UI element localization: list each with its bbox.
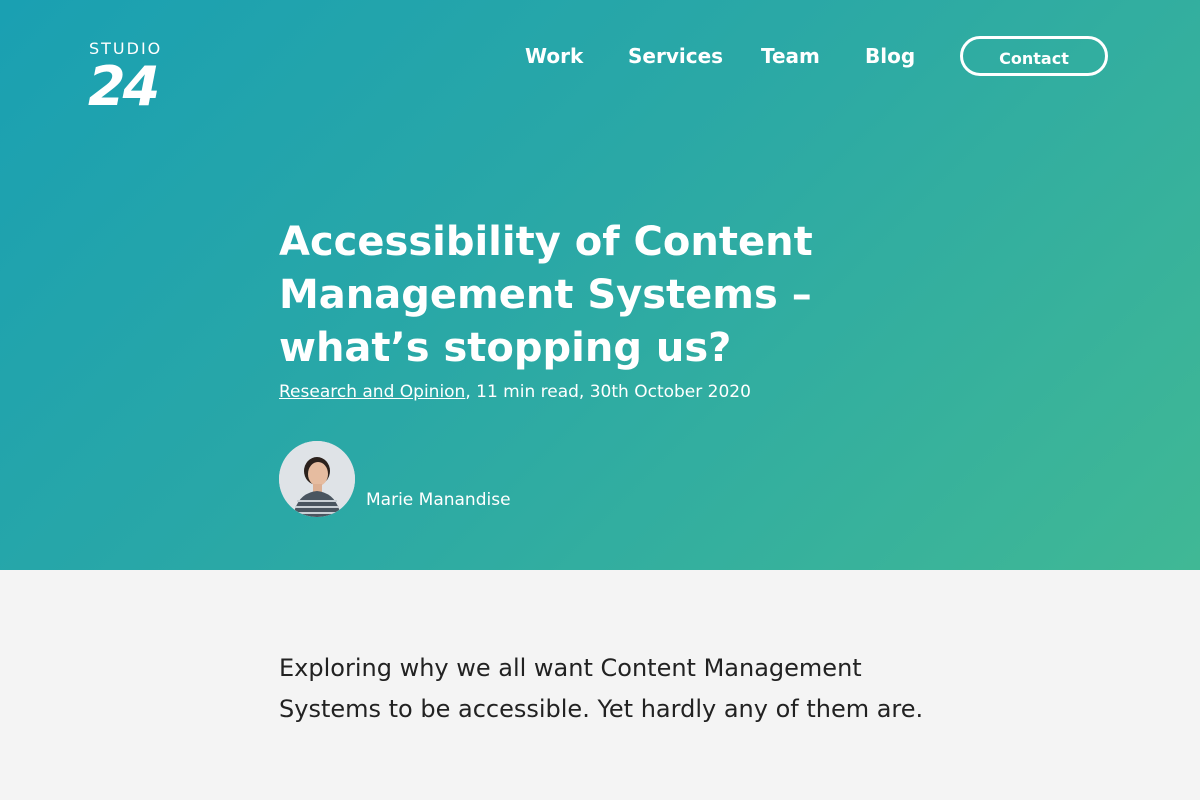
hero-header: STUDIO 24 Work Services Team Blog Contac… [0, 0, 1200, 570]
category-link[interactable]: Research and Opinion [279, 382, 465, 402]
article-meta-details: , 11 min read, 30th October 2020 [465, 382, 751, 402]
nav-link-work[interactable]: Work [525, 43, 583, 69]
main-navigation: Work Services Team Blog Contact [0, 36, 1200, 80]
article-intro: Exploring why we all want Content Manage… [279, 654, 924, 723]
article-title: Accessibility of Content Management Syst… [279, 219, 813, 371]
nav-link-team[interactable]: Team [761, 43, 820, 69]
author-photo-icon [279, 441, 355, 517]
nav-link-blog[interactable]: Blog [865, 43, 915, 69]
article-meta: Research and Opinion, 11 min read, 30th … [279, 381, 751, 403]
contact-button[interactable]: Contact [960, 36, 1108, 76]
author-name: Marie Manandise [366, 490, 511, 510]
nav-link-services[interactable]: Services [628, 43, 723, 69]
author-avatar [279, 441, 355, 517]
